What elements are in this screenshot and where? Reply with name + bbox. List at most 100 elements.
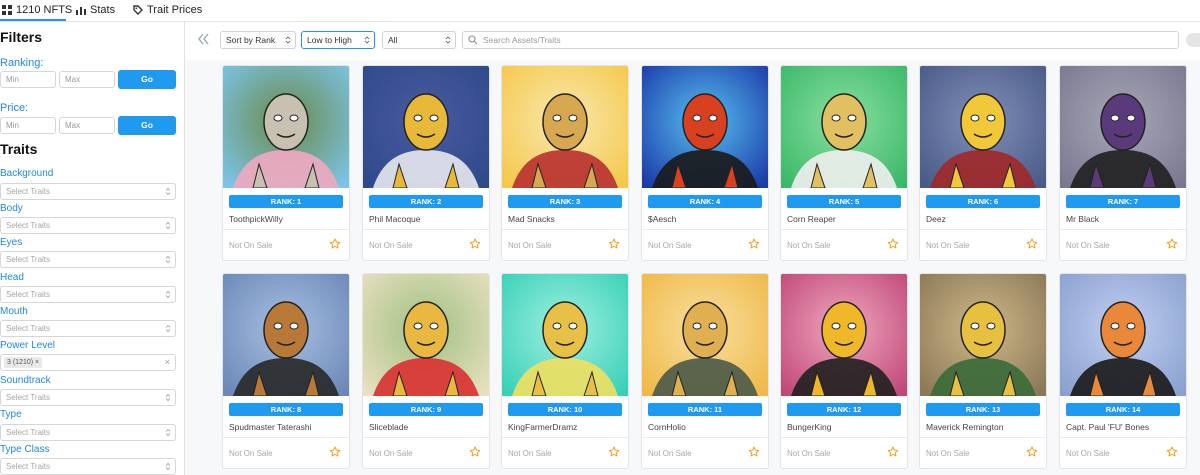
trait-select-head[interactable]: Select Traits [0,286,176,303]
divider [223,437,349,438]
selected-trait-chip[interactable]: 3 (1210) × [4,357,43,368]
trait-select-eyes[interactable]: Select Traits [0,251,176,268]
nft-image[interactable] [363,274,489,396]
listing-filter-dropdown[interactable]: All [382,31,456,49]
ranking-min-input[interactable]: Min [0,71,56,88]
divider [1060,229,1186,230]
search-input[interactable]: Search Assets/Traits [462,31,1179,49]
nft-image[interactable] [781,274,907,396]
nft-card[interactable]: RANK: 1 ToothpickWilly Not On Sale [222,65,350,261]
nft-image[interactable] [1060,274,1186,396]
nft-card[interactable]: RANK: 10 KingFarmerDramz Not On Sale [501,273,629,469]
view-toggle[interactable] [1186,33,1200,47]
nft-image[interactable] [920,66,1046,188]
nft-card[interactable]: RANK: 3 Mad Snacks Not On Sale [501,65,629,261]
favorite-star-icon[interactable] [887,238,899,250]
favorite-star-icon[interactable] [608,238,620,250]
divider [363,437,489,438]
sale-status: Not On Sale [648,241,692,250]
favorite-star-icon[interactable] [748,238,760,250]
trait-select-power-level[interactable]: 3 (1210) × × [0,354,176,371]
nft-card[interactable]: RANK: 11 CornHolio Not On Sale [641,273,769,469]
updown-icon [285,36,291,44]
chip-remove-icon[interactable]: × [35,359,39,366]
nft-image[interactable] [502,66,628,188]
nft-card[interactable]: RANK: 8 Spudmaster Taterashi Not On Sale [222,273,350,469]
favorite-star-icon[interactable] [1026,446,1038,458]
trait-select-background[interactable]: Select Traits [0,183,176,200]
updown-icon [165,255,171,264]
updown-icon [445,36,451,44]
rank-badge: RANK: 8 [229,403,343,416]
search-placeholder: Search Assets/Traits [483,35,561,45]
clear-selection-icon[interactable]: × [165,355,170,370]
nft-card[interactable]: RANK: 12 BungerKing Not On Sale [780,273,908,469]
nft-image[interactable] [223,274,349,396]
tab-trait-prices-label: Trait Prices [147,4,203,16]
ranking-max-input[interactable]: Max [59,71,115,88]
favorite-star-icon[interactable] [748,446,760,458]
collapse-sidebar-icon[interactable] [196,31,210,47]
favorite-star-icon[interactable] [329,446,341,458]
nft-card[interactable]: RANK: 7 Mr Black Not On Sale [1059,65,1187,261]
price-max-input[interactable]: Max [59,117,115,134]
nft-image[interactable] [1060,66,1186,188]
nft-image[interactable] [223,66,349,188]
trait-select-placeholder: Select Traits [6,187,51,196]
trait-select-placeholder: Select Traits [6,462,51,471]
trait-select-soundtrack[interactable]: Select Traits [0,389,176,406]
price-min-input[interactable]: Min [0,117,56,134]
tab-nfts[interactable]: 1210 NFTS [2,3,72,17]
trait-label-type: Type [0,409,22,420]
nft-image[interactable] [363,66,489,188]
nft-card[interactable]: RANK: 14 Capt. Paul 'FU' Bones Not On Sale [1059,273,1187,469]
rank-badge: RANK: 4 [648,195,762,208]
favorite-star-icon[interactable] [887,446,899,458]
nft-image[interactable] [781,66,907,188]
nft-card[interactable]: RANK: 4 $Aesch Not On Sale [641,65,769,261]
trait-select-type[interactable]: Select Traits [0,424,176,441]
favorite-star-icon[interactable] [1166,446,1178,458]
nft-card[interactable]: RANK: 6 Deez Not On Sale [919,65,1047,261]
ranking-go-button[interactable]: Go [118,70,176,89]
updown-icon [165,187,171,196]
favorite-star-icon[interactable] [608,446,620,458]
trait-select-mouth[interactable]: Select Traits [0,320,176,337]
nft-name: ToothpickWilly [229,214,283,224]
sort-order-dropdown[interactable]: Low to High [301,31,375,49]
nft-card[interactable]: RANK: 13 Maverick Remington Not On Sale [919,273,1047,469]
nft-card[interactable]: RANK: 2 Phil Macoque Not On Sale [362,65,490,261]
trait-select-placeholder: Select Traits [6,255,51,264]
nft-name: Mad Snacks [508,214,555,224]
nft-name: Deez [926,214,946,224]
nft-card[interactable]: RANK: 5 Corn Reaper Not On Sale [780,65,908,261]
favorite-star-icon[interactable] [469,238,481,250]
favorite-star-icon[interactable] [1026,238,1038,250]
bar-chart-icon [76,7,86,15]
trait-label-background: Background [0,168,54,179]
sort-by-dropdown[interactable]: Sort by Rank [220,31,296,49]
nft-name: Maverick Remington [926,422,1004,432]
listing-filter-value: All [388,35,398,45]
rank-badge: RANK: 2 [369,195,483,208]
favorite-star-icon[interactable] [469,446,481,458]
nft-image[interactable] [642,274,768,396]
nft-name: Corn Reaper [787,214,836,224]
sale-status: Not On Sale [229,449,273,458]
favorite-star-icon[interactable] [1166,238,1178,250]
trait-select-type-class[interactable]: Select Traits [0,458,176,475]
nft-name: Spudmaster Taterashi [229,422,312,432]
chip-label: 3 (1210) [7,359,34,366]
trait-select-placeholder: Select Traits [6,393,51,402]
tab-stats[interactable]: Stats [76,3,115,17]
favorite-star-icon[interactable] [329,238,341,250]
tab-trait-prices[interactable]: Trait Prices [133,3,202,17]
nft-image[interactable] [920,274,1046,396]
nft-image[interactable] [642,66,768,188]
price-go-button[interactable]: Go [118,116,176,135]
nft-image[interactable] [502,274,628,396]
nft-card[interactable]: RANK: 9 Sliceblade Not On Sale [362,273,490,469]
trait-select-body[interactable]: Select Traits [0,217,176,234]
trait-select-placeholder: Select Traits [6,221,51,230]
sale-status: Not On Sale [1066,449,1110,458]
